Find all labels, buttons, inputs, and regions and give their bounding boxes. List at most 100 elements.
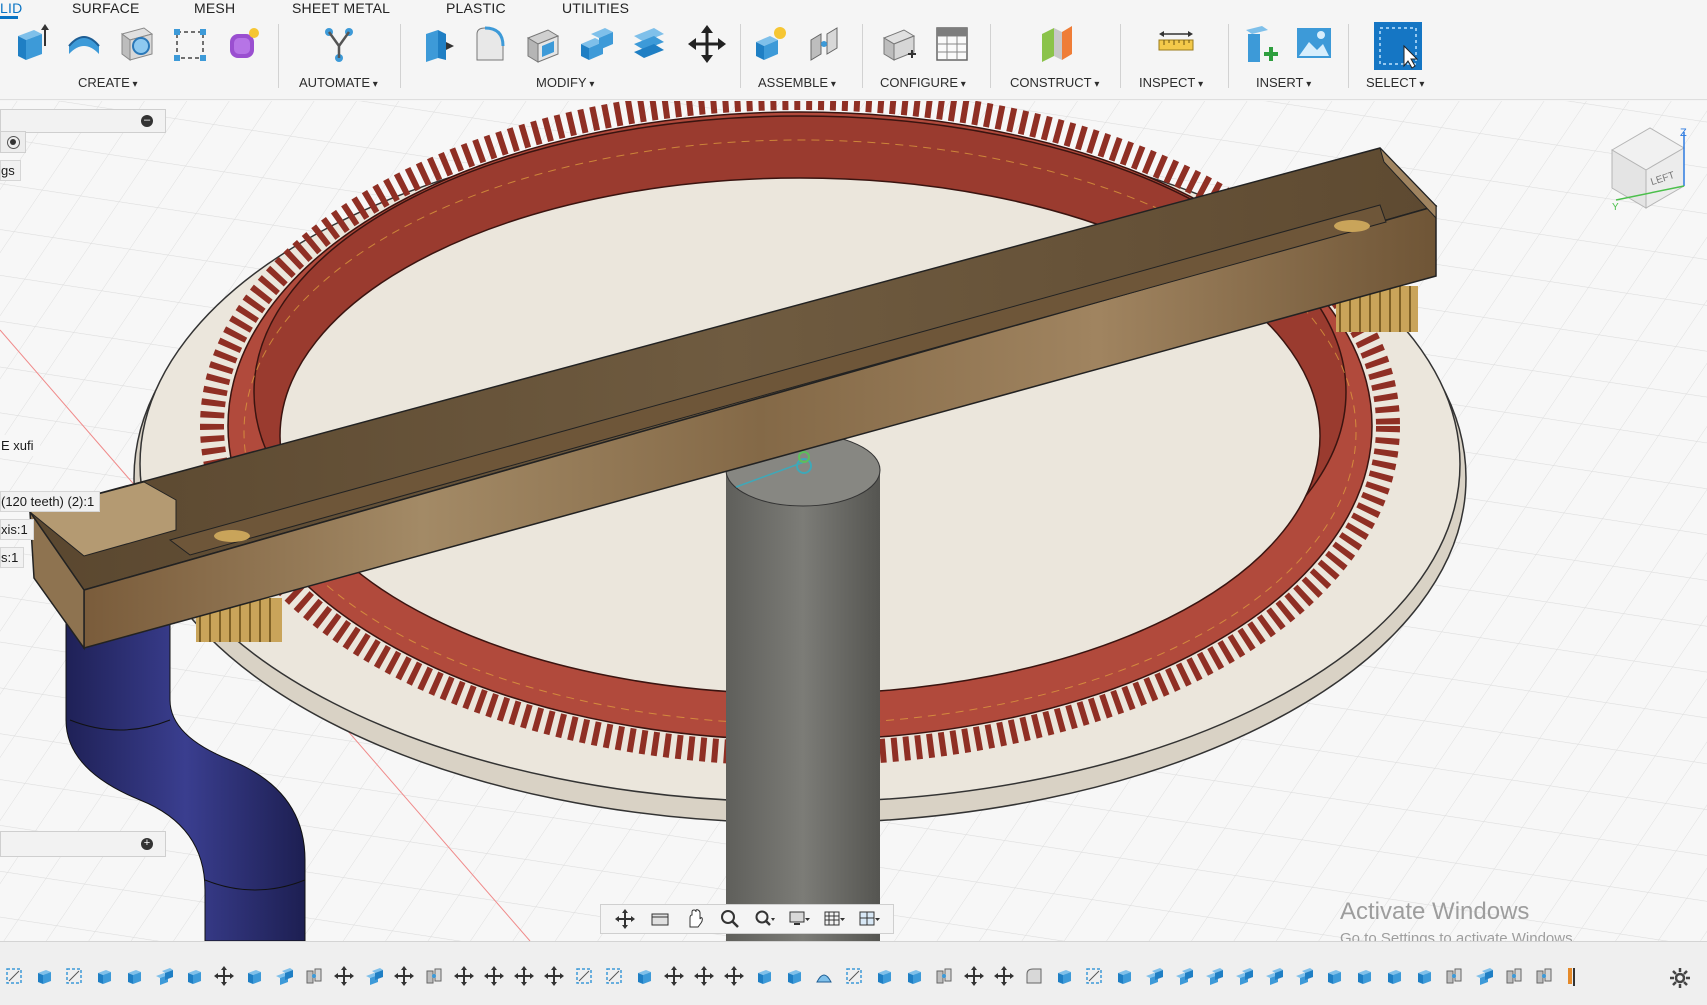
browser-item[interactable]: (120 teeth) (2):1: [0, 491, 101, 512]
offset-face-icon[interactable]: [630, 24, 668, 64]
timeline-feature-extrude-icon[interactable]: [34, 966, 54, 986]
zoom-window-icon[interactable]: [750, 908, 780, 930]
model-canvas[interactable]: LEFT Z Y: [0, 101, 1707, 941]
timeline-feature-sketch-icon[interactable]: [844, 966, 864, 986]
timeline-feature-extrude-icon[interactable]: [1324, 966, 1344, 986]
timeline-feature-combine-icon[interactable]: [1264, 966, 1284, 986]
browser-item[interactable]: gs: [0, 160, 21, 181]
tab-utilities[interactable]: UTILITIES: [562, 0, 629, 16]
timeline-feature-sketch-icon[interactable]: [4, 966, 24, 986]
insert-canvas-icon[interactable]: [1295, 24, 1333, 64]
timeline-feature-extrude-icon[interactable]: [904, 966, 924, 986]
timeline-feature-extrude-icon[interactable]: [1414, 966, 1434, 986]
select-icon[interactable]: [1374, 22, 1422, 70]
move-icon[interactable]: [688, 24, 726, 64]
group-assemble[interactable]: ASSEMBLE: [758, 75, 836, 90]
grid-settings-icon[interactable]: [820, 908, 850, 930]
timeline-feature-combine-icon[interactable]: [1294, 966, 1314, 986]
look-at-icon[interactable]: [645, 908, 675, 930]
timeline-feature-combine-icon[interactable]: [154, 966, 174, 986]
3d-viewport[interactable]: LEFT Z Y – gs E xufi (120 teeth) (2):1 x…: [0, 101, 1707, 941]
viewports-icon[interactable]: [855, 908, 885, 930]
timeline-feature-joint-icon[interactable]: [304, 966, 324, 986]
orbit-icon[interactable]: [610, 908, 640, 930]
timeline-feature-combine-icon[interactable]: [364, 966, 384, 986]
revolve-icon[interactable]: [65, 24, 103, 64]
timeline-feature-joint-icon[interactable]: [424, 966, 444, 986]
timeline-feature-combine-icon[interactable]: [1234, 966, 1254, 986]
timeline-feature-combine-icon[interactable]: [1174, 966, 1194, 986]
extrude-icon[interactable]: [12, 24, 50, 64]
group-insert[interactable]: INSERT: [1256, 75, 1311, 90]
timeline-feature-move-icon[interactable]: [964, 966, 984, 986]
browser-radio-row[interactable]: [0, 131, 26, 153]
timeline-feature-sketch-icon[interactable]: [64, 966, 84, 986]
radio-icon[interactable]: [7, 136, 20, 149]
timeline-feature-move-icon[interactable]: [544, 966, 564, 986]
group-inspect[interactable]: INSPECT: [1139, 75, 1203, 90]
timeline-feature-combine-icon[interactable]: [1204, 966, 1224, 986]
timeline-feature-joint-icon[interactable]: [1534, 966, 1554, 986]
press-pull-icon[interactable]: [418, 24, 456, 64]
timeline-feature-extrude-icon[interactable]: [1354, 966, 1374, 986]
timeline-feature-fillet-icon[interactable]: [1024, 966, 1044, 986]
form-icon[interactable]: [224, 24, 262, 64]
automate-icon[interactable]: [320, 24, 358, 64]
group-create[interactable]: CREATE: [78, 75, 138, 90]
timeline-feature-sketch-icon[interactable]: [604, 966, 624, 986]
timeline-feature-sketch-icon[interactable]: [574, 966, 594, 986]
group-construct[interactable]: CONSTRUCT: [1010, 75, 1099, 90]
offset-plane-icon[interactable]: [1038, 24, 1076, 64]
timeline-feature-shell-icon[interactable]: [814, 966, 834, 986]
browser-panel-header[interactable]: –: [0, 109, 166, 133]
collapse-icon[interactable]: –: [141, 115, 153, 127]
timeline-feature-extrude-icon[interactable]: [244, 966, 264, 986]
tab-solid[interactable]: LID: [0, 0, 22, 16]
timeline-feature-combine-icon[interactable]: [274, 966, 294, 986]
timeline-feature-extrude-icon[interactable]: [634, 966, 654, 986]
group-automate[interactable]: AUTOMATE: [299, 75, 378, 90]
timeline-feature-extrude-icon[interactable]: [874, 966, 894, 986]
timeline-feature-extrude-icon[interactable]: [1384, 966, 1404, 986]
timeline-feature-extrude-icon[interactable]: [124, 966, 144, 986]
insert-derive-icon[interactable]: [1242, 24, 1280, 64]
new-component-icon[interactable]: [752, 24, 790, 64]
timeline-feature-joint-icon[interactable]: [934, 966, 954, 986]
joint-icon[interactable]: [805, 24, 843, 64]
timeline-feature-move-icon[interactable]: [724, 966, 744, 986]
timeline-feature-combine-icon[interactable]: [1144, 966, 1164, 986]
group-configure[interactable]: CONFIGURE: [880, 75, 966, 90]
tab-sheet-metal[interactable]: SHEET METAL: [292, 0, 390, 16]
browser-item[interactable]: s:1: [0, 547, 25, 568]
center-pillar[interactable]: [725, 433, 881, 941]
timeline-feature-joint-icon[interactable]: [1444, 966, 1464, 986]
timeline-feature-sketch-icon[interactable]: [1084, 966, 1104, 986]
comments-panel-header[interactable]: +: [0, 831, 166, 857]
timeline-feature-move-icon[interactable]: [694, 966, 714, 986]
browser-item[interactable]: xis:1: [0, 519, 34, 540]
configure-component-icon[interactable]: [880, 24, 918, 64]
timeline-feature-extrude-icon[interactable]: [94, 966, 114, 986]
tab-plastic[interactable]: PLASTIC: [446, 0, 506, 16]
timeline-feature-extrude-icon[interactable]: [784, 966, 804, 986]
timeline-feature-move-icon[interactable]: [454, 966, 474, 986]
display-settings-icon[interactable]: [785, 908, 815, 930]
tab-surface[interactable]: SURFACE: [72, 0, 140, 16]
timeline-settings-icon[interactable]: [1669, 967, 1691, 989]
timeline-feature-move-icon[interactable]: [514, 966, 534, 986]
timeline-feature-extrude-icon[interactable]: [1114, 966, 1134, 986]
pan-icon[interactable]: [680, 908, 710, 930]
sketch-icon[interactable]: [171, 24, 209, 64]
timeline-feature-combine-icon[interactable]: [1474, 966, 1494, 986]
expand-icon[interactable]: +: [141, 838, 153, 850]
timeline-feature-joint-icon[interactable]: [1504, 966, 1524, 986]
combine-icon[interactable]: [577, 24, 615, 64]
configuration-table-icon[interactable]: [933, 24, 971, 64]
group-modify[interactable]: MODIFY: [536, 75, 594, 90]
fillet-icon[interactable]: [471, 24, 509, 64]
group-select[interactable]: SELECT: [1366, 75, 1424, 90]
timeline-feature-move-icon[interactable]: [214, 966, 234, 986]
timeline-feature-move-icon[interactable]: [484, 966, 504, 986]
timeline-feature-move-icon[interactable]: [394, 966, 414, 986]
timeline-feature-extrude-icon[interactable]: [1054, 966, 1074, 986]
